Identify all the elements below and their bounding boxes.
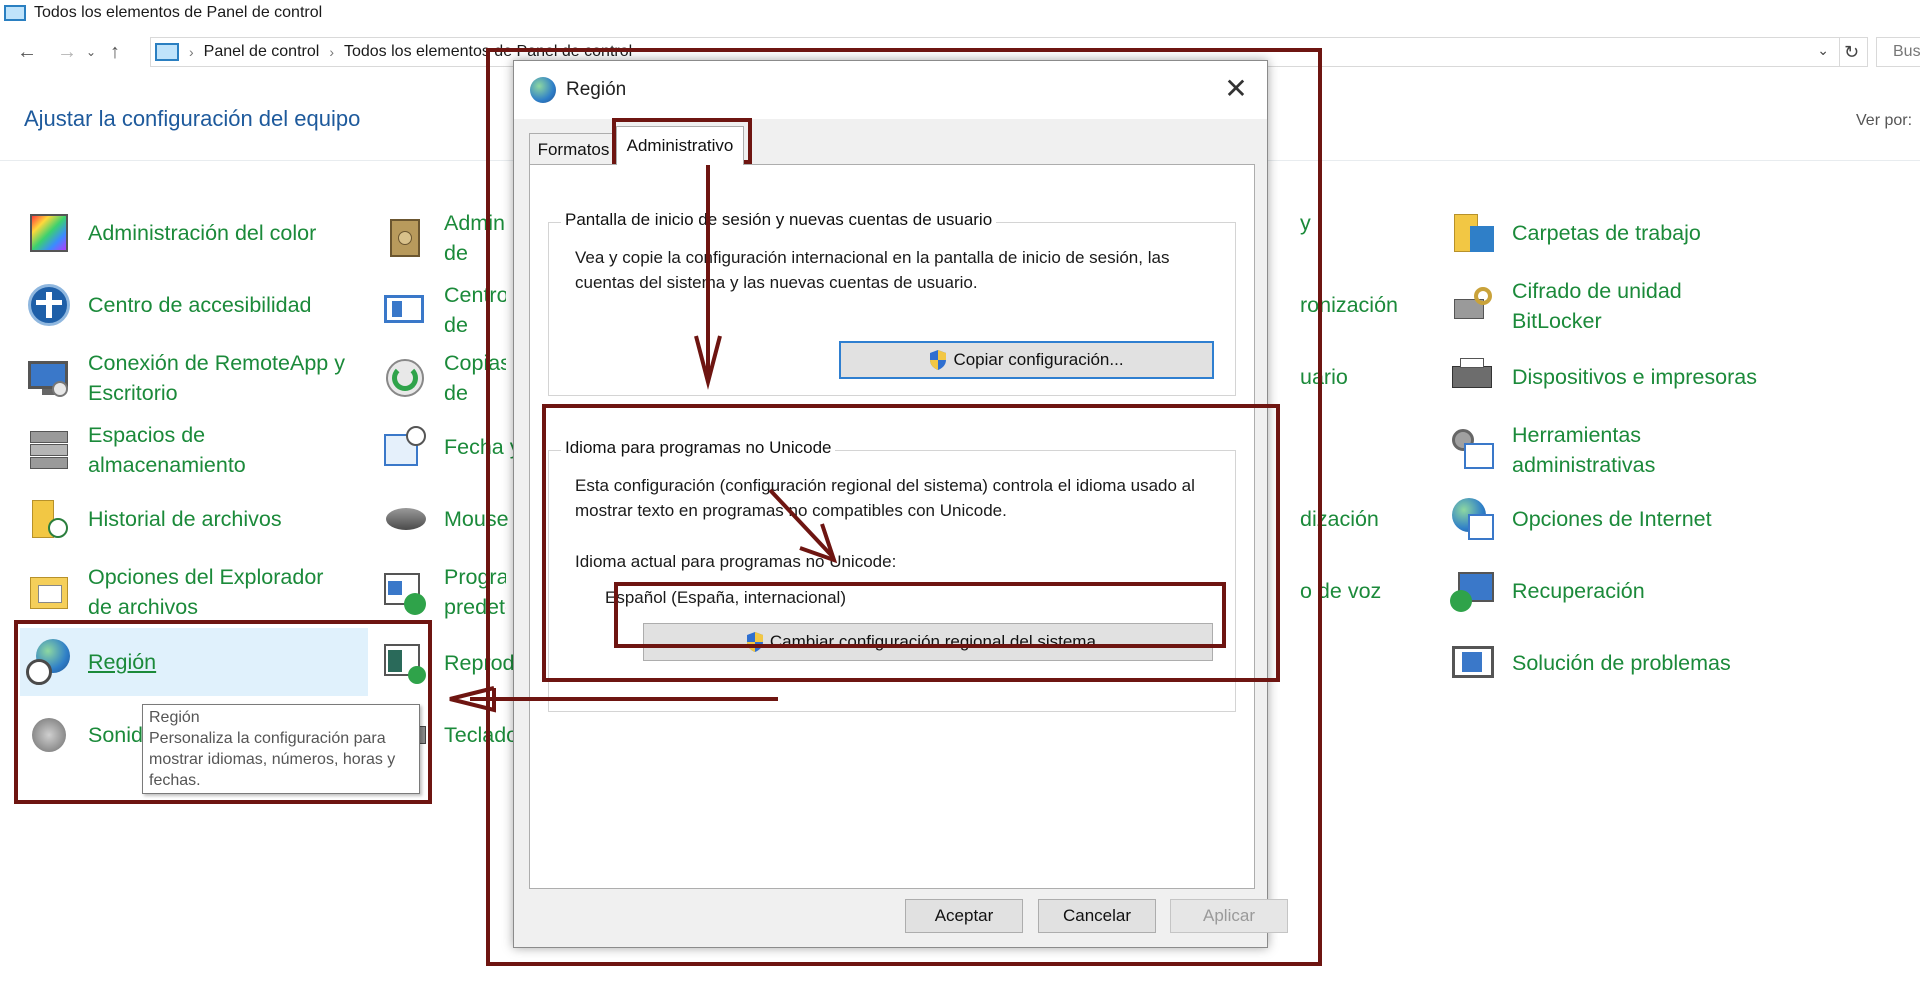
item-color-management[interactable]: Administración del color: [24, 208, 316, 258]
item-label[interactable]: Solución de problemas: [1512, 648, 1731, 678]
item-label[interactable]: Centro de accesibilidad: [88, 290, 312, 320]
bitlocker-key-icon: [1448, 281, 1498, 331]
window-title: Todos los elementos de Panel de control: [34, 4, 323, 21]
calendar-clock-icon: [380, 422, 430, 472]
mobility-center-icon: [380, 285, 430, 335]
breadcrumb-control-panel[interactable]: Panel de control: [204, 43, 320, 61]
item-remoteapp[interactable]: Conexión de RemoteApp y Escritorio: [24, 348, 378, 408]
item-label[interactable]: Opciones de Internet: [1512, 504, 1712, 534]
credential-vault-icon: [380, 213, 430, 263]
item-storage-spaces[interactable]: Espacios de almacenamiento: [24, 420, 288, 480]
refresh-icon[interactable]: ↻: [1836, 37, 1868, 67]
breadcrumb-separator-icon[interactable]: ›: [329, 44, 334, 60]
backup-restore-icon: [380, 353, 430, 403]
item-label[interactable]: Conexión de RemoteApp y Escritorio: [88, 348, 378, 408]
item-explorer-options[interactable]: Opciones del Explorador de archivos: [24, 562, 348, 622]
work-folders-icon: [1448, 208, 1498, 258]
printer-icon: [1448, 352, 1498, 402]
breadcrumb-separator-icon[interactable]: ›: [189, 44, 194, 60]
item-admin-tools[interactable]: Herramientas administrativas: [1448, 420, 1732, 480]
item-devices-printers[interactable]: Dispositivos e impresoras: [1448, 352, 1757, 402]
window-titlebar: Todos los elementos de Panel de control: [0, 0, 1920, 26]
control-panel-crumb-icon: [155, 43, 179, 61]
admin-tools-icon: [1448, 425, 1498, 475]
accessibility-icon: [24, 280, 74, 330]
item-label[interactable]: Recuperación: [1512, 576, 1645, 606]
color-management-icon: [24, 208, 74, 258]
remote-desktop-icon: [24, 353, 74, 403]
item-bitlocker[interactable]: Cifrado de unidad BitLocker: [1448, 276, 1732, 336]
item-file-history[interactable]: Historial de archivos: [24, 494, 282, 544]
item-work-folders[interactable]: Carpetas de trabajo: [1448, 208, 1701, 258]
item-troubleshooting[interactable]: Solución de problemas: [1448, 638, 1731, 688]
internet-options-icon: [1448, 494, 1498, 544]
item-label[interactable]: Cifrado de unidad BitLocker: [1512, 276, 1732, 336]
recovery-icon: [1448, 566, 1498, 616]
back-arrow-icon[interactable]: ←: [12, 37, 42, 67]
item-label[interactable]: Carpetas de trabajo: [1512, 218, 1701, 248]
folder-options-icon: [24, 567, 74, 617]
search-box[interactable]: Bus: [1876, 37, 1920, 67]
page-title: Ajustar la configuración del equipo: [24, 106, 361, 131]
address-dropdown-chevron-icon[interactable]: ⌄: [1817, 42, 1829, 59]
up-arrow-icon[interactable]: ↑: [100, 37, 130, 67]
item-label[interactable]: Opciones del Explorador de archivos: [88, 562, 348, 622]
item-label[interactable]: Espacios de almacenamiento: [88, 420, 288, 480]
item-label[interactable]: Historial de archivos: [88, 504, 282, 534]
forward-arrow-icon[interactable]: →: [52, 37, 82, 67]
recent-locations-chevron-icon[interactable]: ⌄: [82, 37, 100, 67]
item-accessibility-center[interactable]: Centro de accesibilidad: [24, 280, 312, 330]
troubleshooting-icon: [1448, 638, 1498, 688]
control-panel-icon: [4, 5, 26, 21]
default-programs-icon: [380, 567, 430, 617]
item-label[interactable]: Dispositivos e impresoras: [1512, 362, 1757, 392]
item-internet-options[interactable]: Opciones de Internet: [1448, 494, 1712, 544]
storage-spaces-icon: [24, 425, 74, 475]
view-by-label: Ver por:: [1856, 112, 1913, 129]
file-history-icon: [24, 494, 74, 544]
tab-administrative[interactable]: Administrativo: [616, 126, 744, 165]
mouse-icon: [380, 494, 430, 544]
annotation-box-change-locale-button: [614, 582, 1226, 648]
item-recovery[interactable]: Recuperación: [1448, 566, 1645, 616]
item-label[interactable]: Herramientas administrativas: [1512, 420, 1732, 480]
item-label[interactable]: Administración del color: [88, 218, 316, 248]
annotation-box-region-item: [14, 620, 432, 804]
